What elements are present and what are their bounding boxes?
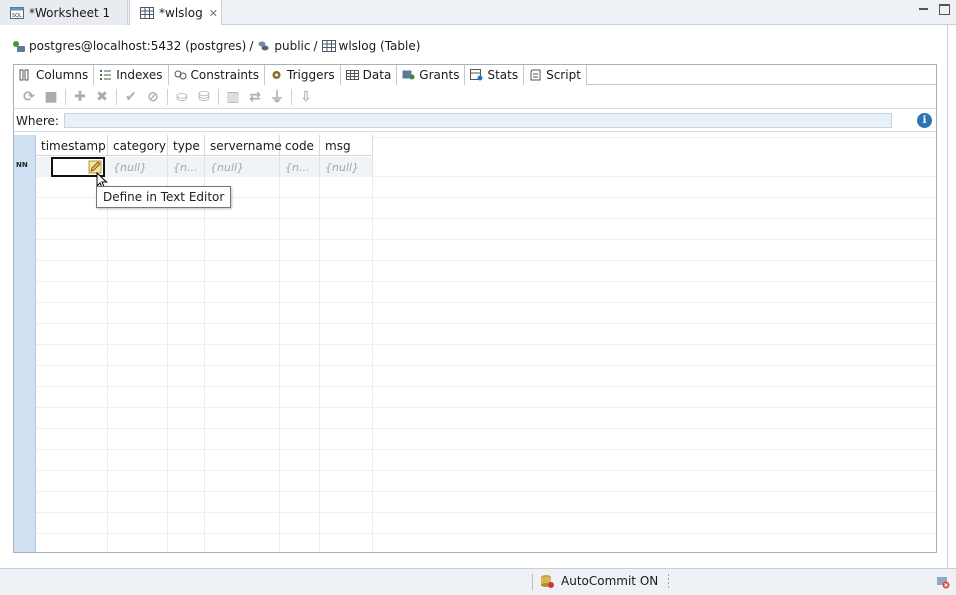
table-icon (321, 39, 336, 53)
table-row: {null} {n... {null} {n... {null} (36, 157, 373, 177)
type-cell[interactable]: {n... (168, 157, 205, 177)
tab-data[interactable]: Data (340, 65, 398, 85)
filter-icon[interactable]: ⏚ (266, 87, 288, 107)
breadcrumb-separator: / (313, 39, 318, 53)
indexes-icon (99, 69, 112, 81)
editor-tab-strip: SQL *Worksheet 1 *wlslog ✕ (0, 0, 956, 26)
data-icon (345, 69, 359, 81)
table-editor: postgres@localhost:5432 (postgres) / pub… (0, 25, 948, 568)
autocommit-status[interactable]: AutoCommit ON (539, 573, 658, 589)
refresh-icon[interactable]: ⟳ (18, 87, 40, 107)
rollback-icon[interactable]: ⊘ (142, 87, 164, 107)
data-toolbar: ⟳ ■ ✚ ✖ ✔ ⊘ ⛀ ⛁ ▥ ⇄ ⏚ ⇩ (14, 85, 936, 109)
not-null-icon: NN (16, 161, 28, 169)
svg-text:SQL: SQL (12, 13, 22, 19)
tab-worksheet-label: *Worksheet 1 (29, 5, 111, 20)
breadcrumb: postgres@localhost:5432 (postgres) / pub… (12, 39, 420, 53)
msg-cell[interactable]: {null} (320, 157, 373, 177)
sql-worksheet-icon: SQL (10, 6, 24, 19)
editor-subtabs: Columns Indexes Constraints Triggers Dat… (14, 65, 936, 85)
sort-az-icon[interactable]: ⇄ (244, 87, 266, 107)
column-header-type[interactable]: type (168, 135, 205, 156)
tab-grants[interactable]: Grants (397, 65, 466, 85)
notification-icon[interactable] (936, 575, 950, 589)
schema-icon (257, 40, 271, 53)
where-input[interactable] (64, 113, 892, 128)
column-header-code[interactable]: code (280, 135, 320, 156)
editor-panel: Columns Indexes Constraints Triggers Dat… (13, 64, 937, 553)
tab-wlslog[interactable]: *wlslog ✕ (129, 0, 222, 26)
connection-icon (12, 40, 26, 53)
close-icon[interactable]: ✕ (209, 7, 218, 20)
tab-worksheet-1[interactable]: SQL *Worksheet 1 (0, 0, 128, 25)
maximize-icon[interactable] (939, 4, 950, 15)
row-header[interactable] (14, 135, 36, 552)
where-bar: Where: i (14, 110, 936, 132)
category-cell[interactable]: {null} (108, 157, 168, 177)
autocommit-icon (539, 573, 555, 589)
minimize-icon[interactable] (918, 4, 929, 15)
triggers-icon (270, 69, 283, 81)
table-icon (140, 7, 154, 19)
breadcrumb-separator: / (249, 39, 254, 53)
export-icon[interactable]: ⛁ (193, 87, 215, 107)
sort-order-icon[interactable]: ⇩ (295, 87, 317, 107)
constraints-icon (174, 69, 187, 81)
column-header-servername[interactable]: servername (205, 135, 282, 156)
import-icon[interactable]: ⛀ (171, 87, 193, 107)
info-icon[interactable]: i (917, 113, 932, 128)
column-header-timestamp[interactable]: timestamp (36, 135, 108, 156)
columns-icon (19, 69, 32, 81)
stats-icon (470, 69, 483, 81)
tab-wlslog-label: *wlslog (159, 6, 203, 20)
commit-icon[interactable]: ✔ (120, 87, 142, 107)
code-cell[interactable]: {n... (280, 157, 320, 177)
tab-columns[interactable]: Columns (14, 65, 95, 85)
breadcrumb-connection[interactable]: postgres@localhost:5432 (postgres) (12, 39, 246, 53)
tooltip: Define in Text Editor (96, 186, 232, 208)
tab-stats[interactable]: Stats (465, 65, 525, 85)
column-header-category[interactable]: category (108, 135, 168, 156)
breadcrumb-table[interactable]: wlslog (Table) (321, 39, 420, 53)
column-header-msg[interactable]: msg (320, 135, 373, 156)
grants-icon (402, 69, 415, 81)
tab-triggers[interactable]: Triggers (265, 65, 341, 85)
add-row-icon[interactable]: ✚ (69, 87, 91, 107)
stop-icon[interactable]: ■ (40, 87, 62, 107)
breadcrumb-schema[interactable]: public (257, 39, 310, 53)
status-bar: AutoCommit ON (0, 568, 956, 595)
delete-row-icon[interactable]: ✖ (91, 87, 113, 107)
script-icon (529, 69, 542, 81)
tab-script[interactable]: Script (524, 65, 587, 85)
tab-constraints[interactable]: Constraints (168, 65, 265, 85)
column-headers: timestamp category type servername code … (36, 135, 373, 156)
where-label: Where: (16, 113, 59, 128)
servername-cell[interactable]: {null} (205, 157, 280, 177)
tab-indexes[interactable]: Indexes (94, 65, 169, 85)
columns-visibility-icon[interactable]: ▥ (222, 87, 244, 107)
